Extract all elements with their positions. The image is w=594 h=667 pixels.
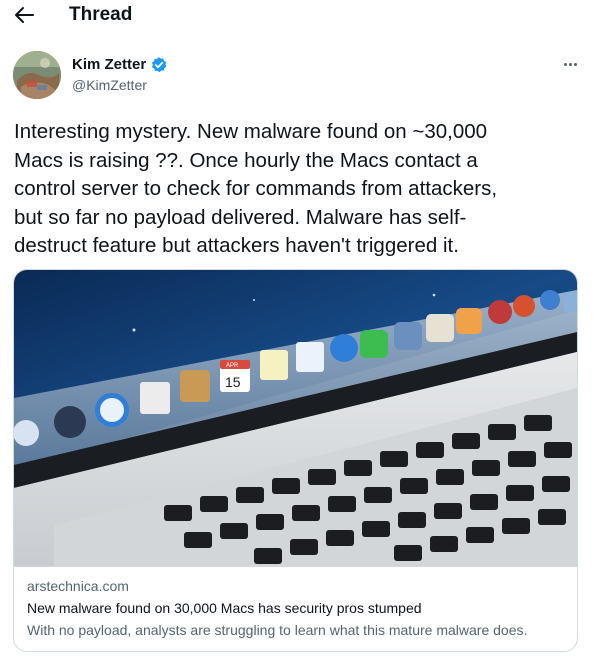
card-description: With no payload, analysts are struggling… xyxy=(27,622,528,638)
calendar-month-label: APR xyxy=(226,363,239,369)
page-title: Thread xyxy=(69,4,133,25)
thread-header: Thread xyxy=(0,0,594,30)
tweet-text: Interesting mystery. New malware found o… xyxy=(14,120,498,257)
card-domain: arstechnica.com xyxy=(27,578,129,594)
card-title: New malware found on 30,000 Macs has sec… xyxy=(27,600,422,616)
verified-badge-icon xyxy=(152,57,167,73)
card-info: arstechnica.com New malware found on 30,… xyxy=(14,566,577,651)
author-handle[interactable]: @KimZetter xyxy=(72,76,147,94)
link-card[interactable]: APR 15 arstechnica.com New malware found… xyxy=(13,269,578,652)
back-button[interactable] xyxy=(12,4,36,26)
author-name[interactable]: Kim Zetter xyxy=(72,55,146,75)
avatar[interactable] xyxy=(13,51,61,99)
more-options-button[interactable] xyxy=(557,54,583,74)
more-horizontal-icon xyxy=(563,62,567,66)
calendar-day-label: 15 xyxy=(225,374,241,390)
arrow-left-icon xyxy=(15,7,34,23)
author-row: Kim Zetter xyxy=(72,55,168,75)
avatar-image xyxy=(13,51,61,99)
card-image: APR 15 xyxy=(14,270,577,566)
